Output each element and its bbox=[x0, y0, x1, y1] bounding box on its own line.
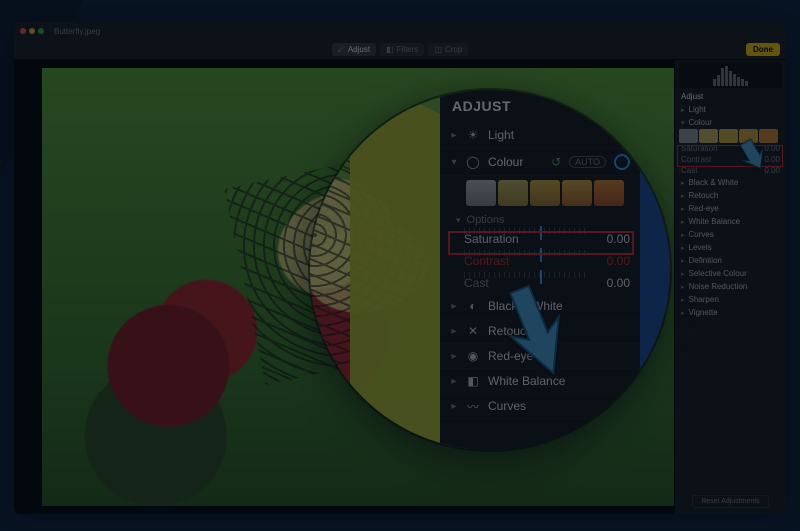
row-noise[interactable]: ▸Noise Reduction bbox=[675, 280, 786, 293]
wb-icon: ◧ bbox=[466, 374, 480, 388]
row-light-mag[interactable]: ▸ ☀ Light bbox=[440, 122, 640, 149]
slider-knob[interactable] bbox=[540, 248, 542, 262]
row-levels[interactable]: ▸Levels bbox=[675, 241, 786, 254]
row-sharpen[interactable]: ▸Sharpen bbox=[675, 293, 786, 306]
toolbar: ☄ Adjust ◧ Filters ◫ Crop Done bbox=[14, 40, 786, 60]
slider-saturation[interactable]: Saturation 0.00 bbox=[440, 228, 640, 250]
sun-icon: ☀ bbox=[466, 128, 480, 142]
chevron-right-icon: ▸ bbox=[450, 376, 458, 387]
preset-thumb[interactable] bbox=[679, 129, 698, 143]
preset-thumb[interactable] bbox=[594, 180, 624, 206]
slider-contrast[interactable]: Contrast 0.00 bbox=[440, 250, 640, 272]
preset-thumb[interactable] bbox=[699, 129, 718, 143]
chevron-right-icon: ▸ bbox=[681, 106, 685, 114]
sliders-icon: ☄ bbox=[338, 45, 345, 54]
palette-icon: ◯ bbox=[466, 155, 480, 169]
row-retouch[interactable]: ▸Retouch bbox=[675, 189, 786, 202]
auto-button[interactable]: AUTO bbox=[569, 156, 606, 168]
chevron-right-icon: ▸ bbox=[450, 351, 458, 362]
row-vignette[interactable]: ▸Vignette bbox=[675, 306, 786, 319]
row-wb[interactable]: ▸White Balance bbox=[675, 215, 786, 228]
row-redeye[interactable]: ▸Red-eye bbox=[675, 202, 786, 215]
colour-presets-mag[interactable] bbox=[440, 176, 640, 212]
zoom-icon[interactable] bbox=[38, 28, 44, 34]
tab-filters[interactable]: ◧ Filters bbox=[380, 43, 424, 56]
row-selcolour[interactable]: ▸Selective Colour bbox=[675, 267, 786, 280]
preset-thumb[interactable] bbox=[530, 180, 560, 206]
row-colour-mag[interactable]: ▾ ◯ Colour ↺ AUTO bbox=[440, 149, 640, 176]
chevron-right-icon: ▸ bbox=[450, 401, 458, 412]
curves-icon: 〰 bbox=[466, 399, 480, 413]
annotation-arrow-large bbox=[498, 280, 584, 390]
chevron-down-icon: ▾ bbox=[456, 215, 461, 226]
row-light[interactable]: ▸ Light bbox=[675, 103, 786, 116]
panel-title: ADJUST bbox=[452, 98, 511, 114]
row-curves-mag[interactable]: ▸ 〰 Curves bbox=[440, 394, 640, 419]
annotation-arrow-small bbox=[738, 138, 772, 178]
chevron-right-icon: ▸ bbox=[450, 130, 458, 141]
row-definition[interactable]: ▸Definition bbox=[675, 254, 786, 267]
document-title: Butterfly.jpeg bbox=[54, 27, 100, 36]
preset-thumb[interactable] bbox=[498, 180, 528, 206]
half-circle-icon: ◐ bbox=[466, 299, 480, 313]
reset-ring-icon[interactable] bbox=[614, 154, 630, 170]
tab-adjust[interactable]: ☄ Adjust bbox=[332, 43, 376, 56]
slider-knob[interactable] bbox=[540, 226, 542, 240]
section-adjust: Adjust bbox=[675, 90, 786, 103]
inspector-panel: Adjust ▸ Light ▾ Colour Saturation bbox=[674, 60, 786, 514]
titlebar: Butterfly.jpeg bbox=[14, 22, 786, 40]
chevron-right-icon: ▸ bbox=[450, 301, 458, 312]
minimize-icon[interactable] bbox=[29, 28, 35, 34]
close-icon[interactable] bbox=[20, 28, 26, 34]
undo-icon[interactable]: ↺ bbox=[551, 155, 561, 169]
window-controls[interactable] bbox=[20, 28, 44, 34]
preset-thumb[interactable] bbox=[719, 129, 738, 143]
filters-icon: ◧ bbox=[386, 45, 394, 54]
preset-thumb[interactable] bbox=[562, 180, 592, 206]
magnifier: ADJUST ▸ ☀ Light ▾ ◯ Colour ↺ AUTO bbox=[310, 90, 670, 450]
preset-thumb[interactable] bbox=[466, 180, 496, 206]
magnified-panel: ADJUST ▸ ☀ Light ▾ ◯ Colour ↺ AUTO bbox=[440, 90, 640, 450]
bandage-icon: ✕ bbox=[466, 324, 480, 338]
eye-icon: ◉ bbox=[466, 349, 480, 363]
chevron-right-icon: ▸ bbox=[450, 326, 458, 337]
tab-crop[interactable]: ◫ Crop bbox=[428, 43, 468, 56]
done-button[interactable]: Done bbox=[746, 43, 780, 56]
reset-ring-icon[interactable] bbox=[614, 127, 630, 143]
crop-icon: ◫ bbox=[434, 45, 442, 54]
row-curves[interactable]: ▸Curves bbox=[675, 228, 786, 241]
reset-button[interactable]: Reset Adjustments bbox=[692, 495, 768, 508]
chevron-down-icon: ▾ bbox=[450, 157, 458, 168]
row-colour[interactable]: ▾ Colour bbox=[675, 116, 786, 129]
histogram bbox=[679, 62, 782, 88]
chevron-down-icon: ▾ bbox=[681, 119, 685, 127]
